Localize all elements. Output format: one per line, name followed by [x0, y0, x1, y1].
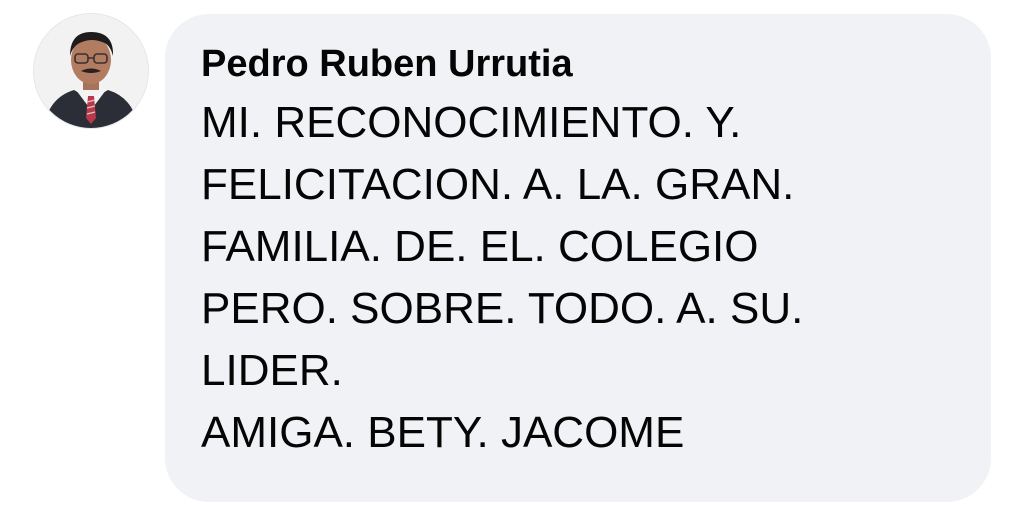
comment-line: PERO. SOBRE. TODO. A. SU.: [201, 284, 804, 333]
comment-bubble: Pedro Ruben Urrutia MI. RECONOCIMIENTO. …: [165, 14, 991, 502]
comment-text: MI. RECONOCIMIENTO. Y. FELICITACION. A. …: [201, 92, 961, 464]
avatar[interactable]: [34, 14, 148, 128]
comment-author-name[interactable]: Pedro Ruben Urrutia: [201, 42, 961, 86]
profile-photo-icon: [34, 14, 148, 128]
comment-line: FELICITACION. A. LA. GRAN.: [201, 160, 795, 209]
comment-line: MI. RECONOCIMIENTO. Y.: [201, 98, 742, 147]
comment-line: AMIGA. BETY. JACOME: [201, 408, 685, 457]
comment-line: FAMILIA. DE. EL. COLEGIO: [201, 222, 759, 271]
comment-line: LIDER.: [201, 346, 343, 395]
